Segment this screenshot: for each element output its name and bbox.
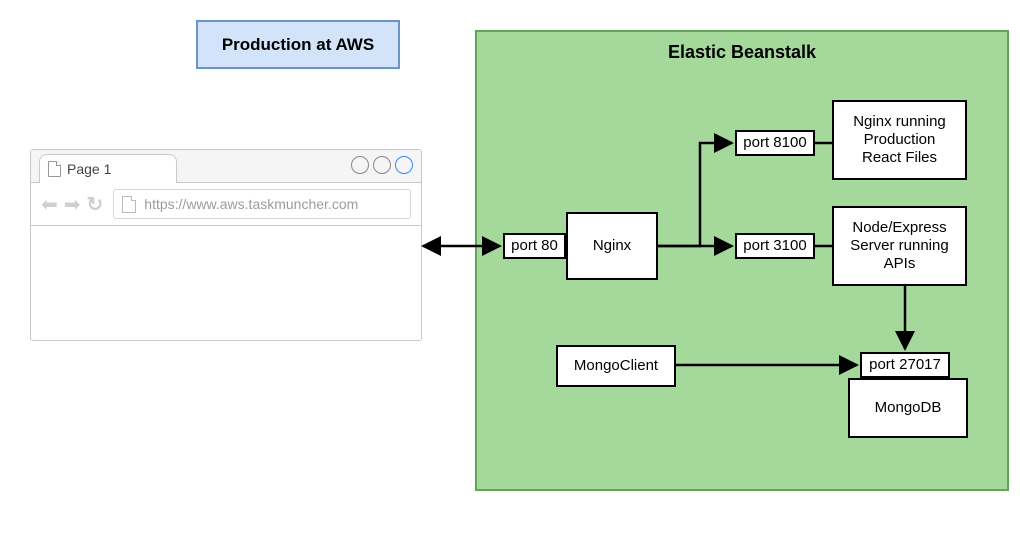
port-3100-box: port 3100 [735,233,815,259]
browser-toolbar: ⬅ ➡ ↻ https://www.aws.taskmuncher.com [31,183,421,226]
port-27017-box: port 27017 [860,352,950,378]
forward-icon[interactable]: ➡ [64,192,81,217]
browser-tab[interactable]: Page 1 [39,154,177,183]
url-page-icon [122,196,136,213]
port-8100-box: port 8100 [735,130,815,156]
nginx-box: Nginx [566,212,658,280]
diagram-title-text: Production at AWS [222,35,374,55]
back-icon[interactable]: ⬅ [41,192,58,217]
window-dot[interactable] [395,156,413,174]
mongoclient-box: MongoClient [556,345,676,387]
reload-icon[interactable]: ↻ [87,192,104,217]
mongodb-box: MongoDB [848,378,968,438]
url-text: https://www.aws.taskmuncher.com [144,196,358,212]
browser-window: Page 1 ⬅ ➡ ↻ https://www.aws.taskmuncher… [30,149,422,341]
page-icon [48,161,61,177]
window-dot[interactable] [351,156,369,174]
window-controls [351,156,413,174]
beanstalk-title: Elastic Beanstalk [477,42,1007,63]
diagram-title: Production at AWS [196,20,400,69]
tab-label: Page 1 [67,161,111,177]
node-box: Node/Express Server running APIs [832,206,967,286]
port-80-box: port 80 [503,233,566,259]
diagram-canvas: Production at AWS Elastic Beanstalk port… [0,0,1020,537]
react-box: Nginx running Production React Files [832,100,967,180]
url-bar[interactable]: https://www.aws.taskmuncher.com [113,189,411,219]
window-dot[interactable] [373,156,391,174]
browser-tab-strip: Page 1 [31,150,421,183]
